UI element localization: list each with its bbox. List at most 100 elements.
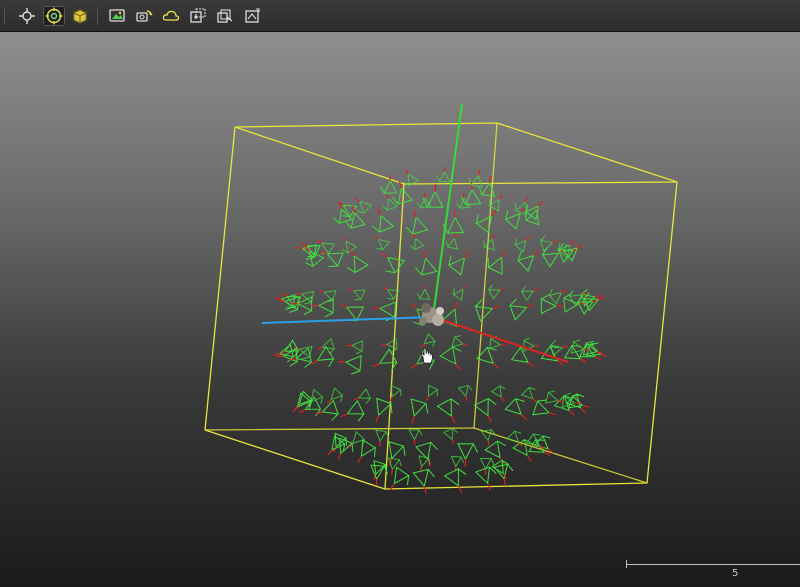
- camera-frustum: [484, 440, 507, 465]
- camera-frustum: [548, 288, 566, 305]
- camera-frustum: [408, 429, 423, 445]
- camera-frustum: [528, 438, 551, 456]
- camera-frustum: [436, 398, 460, 424]
- cube-view-button[interactable]: [69, 6, 91, 26]
- bounding-box-left-edge: [204, 126, 236, 431]
- camera-frustum: [487, 250, 506, 275]
- camera-frustum: [344, 205, 366, 229]
- camera-frustum: [416, 284, 431, 300]
- render-view-icon: [109, 9, 125, 22]
- render-sequence-icon: [217, 9, 233, 23]
- camera-frustum: [375, 397, 393, 423]
- hand-cursor-icon: [420, 348, 433, 364]
- timeline[interactable]: 5: [626, 560, 800, 584]
- timeline-track[interactable]: [626, 564, 800, 565]
- camera-frustum: [320, 250, 344, 268]
- axis-y-line: [432, 103, 463, 318]
- snapshot-button[interactable]: [241, 6, 263, 26]
- cloud-button[interactable]: [160, 6, 182, 26]
- camera-frustum: [348, 288, 366, 301]
- render-region-button[interactable]: [187, 6, 209, 26]
- camera-frustum: [493, 463, 514, 486]
- camera-refresh-icon: [136, 10, 153, 22]
- camera-frustum: [383, 286, 400, 301]
- cloud-icon: [162, 10, 180, 21]
- target-button[interactable]: [43, 6, 65, 26]
- axis-z-line: [261, 316, 434, 324]
- camera-frustum: [515, 196, 528, 216]
- camera-frustum: [539, 235, 559, 252]
- camera-frustum: [457, 384, 473, 402]
- camera-frustum: [296, 244, 318, 260]
- camera-frustum: [273, 343, 294, 363]
- camera-frustum: [509, 298, 534, 321]
- camera-frustum: [439, 346, 462, 371]
- camera-frustum: [445, 233, 459, 250]
- viewport-toolbar: [0, 0, 800, 32]
- camera-frustum: [487, 284, 505, 300]
- camera-frustum: [315, 399, 339, 421]
- toolbar-separator: [4, 7, 5, 25]
- camera-frustum: [412, 468, 435, 494]
- camera-frustum: [333, 432, 348, 453]
- camera-frustum: [415, 441, 438, 467]
- current-frame-label: 5: [732, 568, 739, 579]
- toolbar-separator: [97, 7, 98, 25]
- axis-x-line: [432, 316, 569, 363]
- camera-frustum: [372, 348, 398, 371]
- camera-frustum: [585, 342, 607, 357]
- camera-frustum: [517, 250, 540, 272]
- camera-frustum: [409, 233, 425, 251]
- scene-canvas[interactable]: [0, 32, 800, 587]
- camera-frustum: [436, 166, 451, 183]
- camera-frustum: [422, 183, 444, 208]
- camera-frustum: [311, 345, 335, 368]
- camera-frustum: [442, 427, 458, 445]
- center-target-object[interactable]: [419, 303, 444, 326]
- camera-frustum: [347, 249, 369, 274]
- render-sequence-button[interactable]: [214, 6, 236, 26]
- camera-frustum: [389, 384, 402, 402]
- pan-button[interactable]: [16, 6, 38, 26]
- camera-frustum: [346, 340, 363, 355]
- pan-icon: [19, 8, 35, 24]
- camera-frustum: [338, 355, 362, 375]
- camera-frustum: [374, 235, 391, 251]
- camera-frustum: [474, 299, 500, 322]
- camera-frustum: [340, 399, 365, 422]
- camera-frustum: [341, 236, 358, 254]
- 3d-viewport[interactable]: 5: [0, 32, 800, 587]
- camera-frustum: [540, 294, 564, 315]
- camera-frustum: [443, 467, 467, 493]
- camera-frustum: [389, 466, 410, 490]
- bounding-box-front-bottom-edge: [204, 181, 678, 490]
- camera-frustum: [488, 194, 503, 212]
- camera-frustum: [475, 209, 497, 234]
- camera-frustum: [348, 430, 366, 448]
- render-view-button[interactable]: [106, 6, 128, 26]
- camera-frustum: [326, 387, 344, 405]
- camera-frustum: [583, 292, 605, 312]
- camera-frustum: [447, 251, 470, 276]
- camera-frustum: [520, 285, 539, 302]
- camera-frustum: [415, 250, 438, 276]
- camera-frustum: [483, 234, 495, 251]
- camera-frustum: [476, 346, 500, 369]
- camera-frustum: [410, 398, 429, 424]
- render-region-icon: [190, 8, 206, 23]
- camera-frustum: [452, 284, 467, 302]
- camera-frustum: [457, 443, 479, 467]
- camera-frustum: [473, 397, 497, 423]
- camera-frustum: [387, 457, 402, 475]
- camera-frustum: [541, 246, 565, 268]
- target-icon: [45, 7, 63, 25]
- camera-frustum: [382, 193, 398, 212]
- camera-frustum: [468, 169, 483, 188]
- camera-frustum: [562, 243, 583, 262]
- camera-frustum: [425, 384, 439, 401]
- camera-refresh-button[interactable]: [133, 6, 155, 26]
- camera-frustum: [405, 209, 429, 235]
- snapshot-icon: [245, 8, 260, 23]
- camera-rig: [273, 166, 607, 494]
- camera-frustum: [514, 236, 530, 253]
